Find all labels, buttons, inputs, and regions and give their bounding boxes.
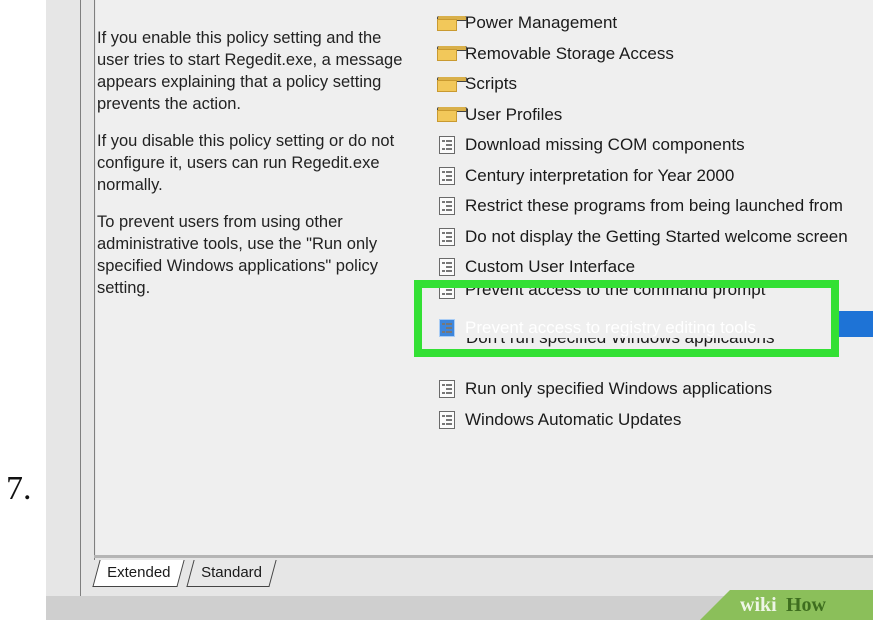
list-item-label: Prevent access to registry editing tools bbox=[465, 318, 757, 338]
list-item-label: Prevent access to the command prompt bbox=[465, 282, 766, 299]
list-item-label: Century interpretation for Year 2000 bbox=[465, 165, 735, 185]
policy-setting-icon bbox=[439, 258, 455, 277]
list-item-label: Download missing COM components bbox=[465, 135, 745, 155]
list-item-label: Windows Automatic Updates bbox=[465, 409, 682, 429]
list-item-label: Don't run specified Windows applications bbox=[466, 338, 774, 348]
tab-extended[interactable]: Extended bbox=[92, 560, 186, 587]
policy-setting-icon bbox=[439, 410, 455, 429]
list-item-label: User Profiles bbox=[465, 104, 563, 124]
list-item-setting[interactable]: Custom User Interface bbox=[437, 252, 873, 283]
list-item-label: Custom User Interface bbox=[465, 257, 636, 277]
list-item-setting[interactable]: Prevent access to the command prompt bbox=[437, 282, 873, 314]
list-item-folder[interactable]: Removable Storage Access bbox=[437, 39, 873, 70]
list-item-label: Scripts bbox=[465, 74, 517, 94]
folder-icon bbox=[437, 46, 467, 62]
list-item-setting[interactable]: Windows Automatic Updates bbox=[437, 405, 873, 436]
step-number: 7. bbox=[6, 470, 32, 507]
policy-setting-icon bbox=[439, 166, 455, 185]
folder-icon bbox=[437, 15, 467, 31]
watermark-wiki: wiki bbox=[740, 594, 777, 616]
settings-list: Power Management Removable Storage Acces… bbox=[437, 8, 873, 435]
list-item-setting[interactable]: Do not display the Getting Started welco… bbox=[437, 222, 873, 253]
list-item-setting[interactable]: Century interpretation for Year 2000 bbox=[437, 161, 873, 192]
setting-description: If you enable this policy setting and th… bbox=[97, 27, 417, 314]
policy-setting-icon bbox=[439, 227, 455, 246]
list-item-folder[interactable]: Power Management bbox=[437, 8, 873, 39]
list-item-setting[interactable]: Run only specified Windows applications bbox=[437, 374, 873, 405]
folder-icon bbox=[437, 76, 467, 92]
list-item-label: Removable Storage Access bbox=[465, 43, 674, 63]
list-item-label: Restrict these programs from being launc… bbox=[465, 196, 843, 216]
policy-setting-icon bbox=[439, 136, 455, 155]
policy-setting-icon bbox=[439, 282, 455, 299]
list-item-setting[interactable]: Download missing COM components bbox=[437, 130, 873, 161]
policy-setting-icon bbox=[439, 197, 455, 216]
list-item-folder[interactable]: User Profiles bbox=[437, 100, 873, 131]
pane-bottom-border bbox=[94, 555, 873, 558]
description-paragraph: To prevent users from using other admini… bbox=[97, 213, 378, 297]
tab-label: Standard bbox=[201, 564, 263, 581]
list-item-label: Power Management bbox=[465, 13, 618, 33]
tab-standard[interactable]: Standard bbox=[186, 560, 277, 587]
wikihow-watermark: wiki How bbox=[700, 590, 873, 620]
policy-setting-icon bbox=[439, 380, 455, 399]
divider-line bbox=[94, 0, 95, 560]
list-item-folder[interactable]: Scripts bbox=[437, 69, 873, 100]
partially-hidden-row: Don't run specified Windows applications bbox=[418, 338, 836, 350]
left-rail bbox=[46, 0, 80, 600]
list-item-label: Run only specified Windows applications bbox=[465, 379, 773, 399]
divider-line bbox=[80, 0, 81, 600]
list-item-setting[interactable]: Restrict these programs from being launc… bbox=[437, 191, 873, 222]
policy-setting-icon bbox=[439, 319, 455, 338]
folder-icon bbox=[437, 107, 467, 123]
watermark-how: How bbox=[786, 594, 826, 616]
description-paragraph: If you enable this policy setting and th… bbox=[97, 29, 403, 113]
tab-label: Extended bbox=[107, 564, 171, 581]
description-paragraph: If you disable this policy setting or do… bbox=[97, 132, 395, 194]
list-item-label: Do not display the Getting Started welco… bbox=[465, 226, 848, 246]
